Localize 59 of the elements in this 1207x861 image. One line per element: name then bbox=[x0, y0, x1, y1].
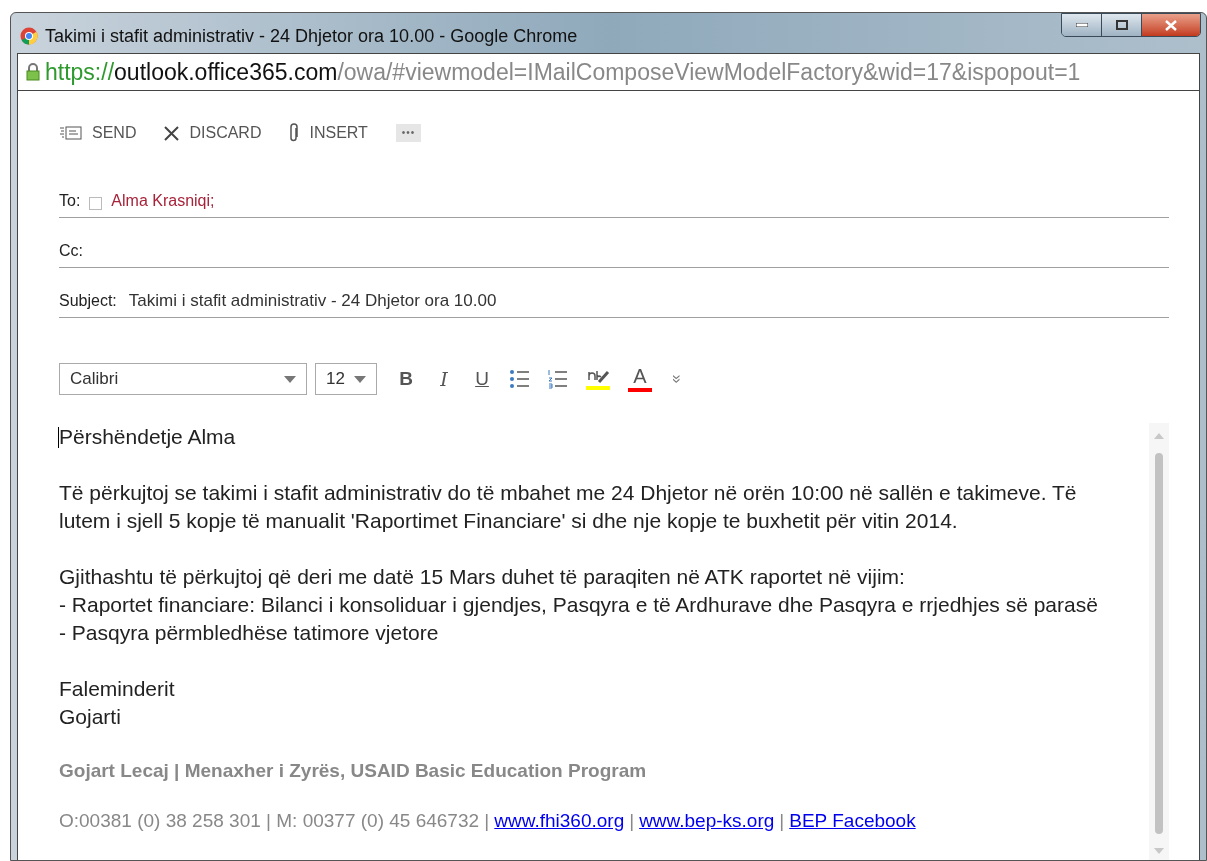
maximize-icon bbox=[1115, 20, 1128, 30]
caret-icon bbox=[284, 375, 296, 383]
bullet-list-icon bbox=[509, 369, 531, 389]
numbering-button[interactable] bbox=[547, 369, 569, 389]
bold-button[interactable]: B bbox=[395, 364, 417, 394]
highlighter-icon bbox=[586, 368, 610, 386]
link[interactable]: BEP Facebook bbox=[789, 807, 916, 835]
body-text-line: Gojarti bbox=[59, 704, 121, 730]
text-cursor bbox=[58, 427, 59, 448]
link[interactable]: www.fhi360.org bbox=[494, 807, 625, 835]
body-text-line: - Pasqyra përmbledhëse tatimore vjetore bbox=[59, 620, 439, 646]
discard-button[interactable]: DISCARD bbox=[164, 121, 262, 145]
scrollbar-thumb[interactable] bbox=[1155, 453, 1163, 834]
scrollbar[interactable] bbox=[1149, 423, 1169, 860]
paperclip-icon bbox=[289, 123, 300, 143]
bullets-button[interactable] bbox=[509, 369, 531, 389]
recipient-checkbox[interactable] bbox=[89, 197, 103, 210]
lock-icon bbox=[26, 63, 40, 81]
body-text-line: - Raportet financiare: Bilanci i konsoliduar i gjendjes, Pasqyra e të Ardhurave dhe Pasqyra e rrjedhjes së parasë bbox=[59, 592, 1098, 618]
field-label: Cc: bbox=[59, 241, 83, 261]
close-icon bbox=[164, 125, 180, 141]
contact-text: O:00381 (0) 38 258 301 | M: 00377 (0) 45 646732 | bbox=[59, 809, 490, 833]
link[interactable]: www.bep-ks.org bbox=[639, 807, 775, 835]
window-title: Takimi i stafit administrativ - 24 Dhjetor ora 10.00 - Google Chrome bbox=[45, 24, 578, 48]
body-text-line: Të përkujtoj se takimi i stafit administrativ do të mbahet me 24 Dhjetor në orën 10:00 në sallën e takimeve. Të bbox=[59, 480, 1077, 506]
size-dropdown[interactable]: 12 bbox=[315, 363, 377, 395]
maximize-button[interactable] bbox=[1102, 14, 1142, 36]
field-label: Subject: bbox=[59, 291, 117, 311]
insert-button[interactable]: INSERT bbox=[289, 121, 368, 145]
close-icon bbox=[1165, 19, 1177, 31]
font-color-button[interactable]: A bbox=[627, 366, 653, 392]
minimize-icon bbox=[1075, 23, 1088, 27]
close-button[interactable] bbox=[1142, 14, 1200, 36]
send-button[interactable]: SEND bbox=[60, 121, 137, 145]
chrome-logo-icon bbox=[20, 27, 38, 45]
numbered-list-icon bbox=[547, 369, 569, 389]
contact-text: | bbox=[629, 809, 635, 833]
subject-field[interactable]: Takimi i stafit administrativ - 24 Dhjetor ora 10.00 bbox=[128, 287, 497, 313]
contact-text: | bbox=[779, 809, 785, 833]
signature-title: Gojart Lecaj | Menaxher i Zyrës, USAID Basic Education Program bbox=[59, 759, 647, 783]
highlight-button[interactable] bbox=[585, 368, 611, 390]
expand-button[interactable]: » bbox=[665, 371, 689, 387]
address-bar[interactable]: https://outlook.office365.com/owa/#viewmodel=IMailComposeViewModelFactory&wid=17&ispopout=1 bbox=[17, 53, 1200, 91]
send-icon bbox=[60, 126, 82, 140]
underline-button[interactable]: U bbox=[471, 364, 493, 394]
recipient-name[interactable]: Alma Krasniqi; bbox=[111, 189, 215, 213]
body-text-line: Faleminderit bbox=[59, 676, 175, 702]
caret-icon bbox=[354, 375, 366, 383]
italic-button[interactable]: I bbox=[433, 364, 455, 394]
body-text-line: Gjithashtu të përkujtoj që deri me datë 15 Mars duhet të paraqiten në ATK raportet në vijim: bbox=[59, 564, 905, 590]
scroll-up-icon bbox=[1154, 433, 1164, 439]
body-text-line: Përshëndetje Alma bbox=[59, 424, 236, 450]
more-button[interactable]: ••• bbox=[395, 124, 422, 142]
minimize-button[interactable] bbox=[1062, 14, 1102, 36]
field-label: To: bbox=[59, 191, 81, 211]
body-text-line: lutem i sjell 5 kopje të manualit 'Raportimet Financiare' si dhe nje kopje te buxhetit për vitin 2014. bbox=[59, 508, 958, 534]
font-dropdown[interactable]: Calibri bbox=[59, 363, 307, 395]
scroll-down-icon bbox=[1154, 848, 1164, 854]
url-text: https://outlook.office365.com/owa/#viewmodel=IMailComposeViewModelFactory&wid=17&ispopout=1 bbox=[45, 57, 1081, 87]
